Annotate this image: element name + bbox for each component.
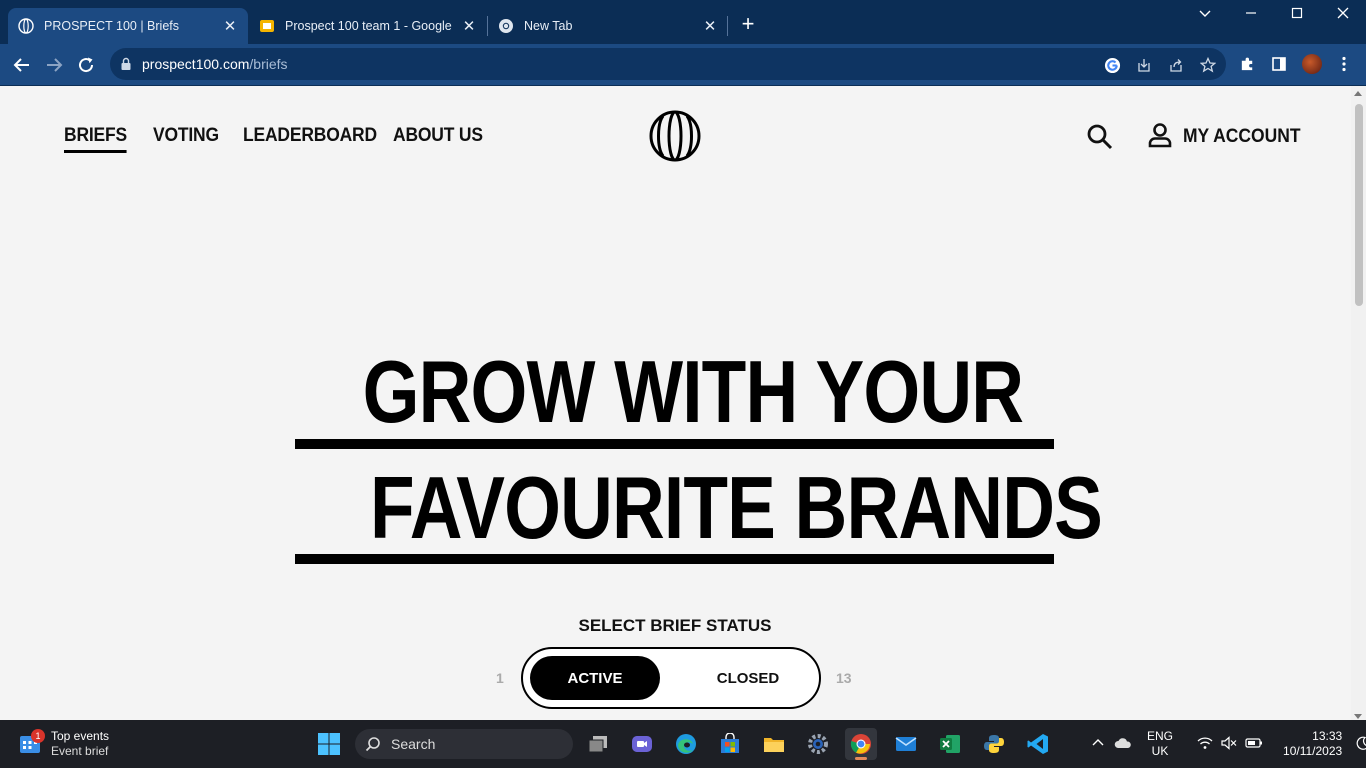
url-domain: prospect100.com (142, 56, 250, 72)
side-panel-icon[interactable] (1269, 54, 1289, 74)
windows-icon (318, 733, 340, 755)
tab-prospect-briefs[interactable]: PROSPECT 100 | Briefs ✕ (8, 8, 248, 44)
calendar-icon: 1 (18, 729, 45, 756)
profile-avatar[interactable] (1302, 54, 1322, 74)
back-arrow-icon[interactable] (10, 53, 34, 77)
nav-briefs[interactable]: BRIEFS (64, 125, 128, 153)
focus-moon-icon[interactable] (1356, 736, 1366, 753)
hero-text: FAVOURITE BRANDS (369, 458, 1103, 557)
search-icon (365, 736, 381, 755)
chrome-taskbar-icon[interactable] (845, 728, 877, 760)
excel-icon[interactable] (934, 728, 966, 760)
address-bar[interactable]: prospect100.com/briefs (110, 48, 1226, 80)
tab-title: Prospect 100 team 1 - Google Sl (285, 19, 455, 33)
scroll-up-arrow-icon[interactable] (1354, 91, 1362, 96)
scroll-down-arrow-icon[interactable] (1354, 714, 1362, 719)
extensions-puzzle-icon[interactable] (1237, 54, 1257, 74)
tab-title: New Tab (524, 19, 573, 33)
widget-subtitle: Event brief (51, 744, 109, 758)
taskbar: 1 Top events Event brief Search ENG UK 1… (0, 720, 1366, 768)
hero-heading-line-2: FAVOURITE BRANDS (295, 464, 1103, 552)
chevron-up-icon[interactable] (1090, 737, 1106, 752)
language-code: ENG (1147, 729, 1174, 743)
prospect-logo-icon (18, 18, 34, 34)
google-lens-icon[interactable] (1103, 56, 1121, 74)
clock-time: 13:33 (1312, 729, 1343, 743)
microsoft-store-icon[interactable] (714, 728, 746, 760)
install-app-icon[interactable] (1135, 56, 1153, 74)
browser-toolbar: prospect100.com/briefs (0, 44, 1366, 85)
tab-new-tab[interactable]: New Tab ✕ (488, 8, 728, 44)
reload-icon[interactable] (74, 53, 98, 77)
widgets-button[interactable]: 1 Top events Event brief (18, 728, 109, 760)
url-text: prospect100.com/briefs (142, 56, 288, 72)
search-icon[interactable] (1086, 123, 1114, 151)
notification-badge: 1 (31, 729, 45, 743)
account-label: MY ACCOUNT (1183, 126, 1301, 147)
vscode-icon[interactable] (1022, 728, 1054, 760)
file-explorer-icon[interactable] (758, 728, 790, 760)
hero-underline (295, 439, 1054, 449)
battery-icon[interactable] (1245, 737, 1263, 752)
nav-about-us[interactable]: ABOUT US (393, 125, 483, 147)
system-tray: ENG UK 13:33 10/11/2023 (1090, 720, 1366, 768)
window-close-icon[interactable] (1325, 6, 1361, 28)
brief-status-label: SELECT BRIEF STATUS (578, 616, 772, 635)
settings-gear-icon[interactable] (802, 728, 834, 760)
clock[interactable]: 13:33 10/11/2023 (1283, 729, 1342, 759)
closed-count: 13 (836, 670, 852, 686)
close-icon[interactable]: ✕ (222, 17, 238, 35)
search-placeholder: Search (391, 736, 436, 752)
hero-text: GROW WITH YOUR (362, 342, 1024, 441)
bookmark-star-icon[interactable] (1199, 56, 1217, 74)
start-button[interactable] (313, 728, 345, 760)
volume-muted-icon[interactable] (1221, 735, 1237, 753)
status-closed-button[interactable]: CLOSED (683, 656, 813, 700)
user-icon (1148, 122, 1172, 153)
prospect-logo-icon[interactable] (649, 110, 701, 162)
brief-status-toggle: ACTIVE CLOSED (521, 647, 821, 709)
widget-title: Top events (51, 729, 110, 743)
nav-voting[interactable]: VOTING (153, 125, 219, 147)
nav-leaderboard[interactable]: LEADERBOARD (243, 125, 377, 147)
language-indicator[interactable]: ENG UK (1147, 729, 1173, 759)
lock-icon (120, 57, 132, 76)
task-view-icon[interactable] (582, 728, 614, 760)
clock-date: 10/11/2023 (1283, 744, 1343, 758)
forward-arrow-icon[interactable] (42, 53, 66, 77)
close-icon[interactable]: ✕ (702, 17, 718, 35)
scroll-thumb[interactable] (1355, 104, 1363, 306)
kebab-menu-icon[interactable] (1334, 54, 1354, 74)
my-account-link[interactable]: MY ACCOUNT (1148, 122, 1311, 152)
url-path: /briefs (249, 56, 288, 72)
onedrive-cloud-icon[interactable] (1114, 737, 1132, 752)
edge-icon[interactable] (670, 728, 702, 760)
active-count: 1 (496, 670, 504, 686)
page-scrollbar[interactable] (1351, 86, 1366, 720)
hero-heading-line-1: GROW WITH YOUR (295, 348, 1054, 436)
running-indicator (855, 757, 867, 760)
avatar (1302, 54, 1322, 74)
taskbar-search[interactable]: Search (355, 729, 573, 759)
chrome-icon (498, 18, 514, 34)
tab-title: PROSPECT 100 | Briefs (44, 19, 180, 33)
tab-divider (727, 16, 728, 36)
maximize-icon[interactable] (1279, 6, 1315, 28)
teams-chat-icon[interactable] (626, 728, 658, 760)
tab-google-slides[interactable]: Prospect 100 team 1 - Google Sl ✕ (249, 8, 487, 44)
new-tab-button[interactable]: + (737, 13, 759, 36)
web-page: BRIEFS VOTING LEADERBOARD ABOUT US MY AC… (0, 86, 1351, 720)
google-slides-icon (259, 18, 275, 34)
close-icon[interactable]: ✕ (461, 17, 477, 35)
mail-icon[interactable] (890, 728, 922, 760)
minimize-icon[interactable] (1233, 6, 1269, 28)
region-code: UK (1151, 744, 1169, 758)
tab-search-chevron-icon[interactable] (1187, 6, 1223, 28)
browser-tab-strip: PROSPECT 100 | Briefs ✕ Prospect 100 tea… (0, 0, 1366, 44)
wifi-icon[interactable] (1197, 736, 1213, 753)
hero-underline (295, 554, 1054, 564)
share-icon[interactable] (1167, 56, 1185, 74)
python-icon[interactable] (978, 728, 1010, 760)
status-active-button[interactable]: ACTIVE (530, 656, 660, 700)
